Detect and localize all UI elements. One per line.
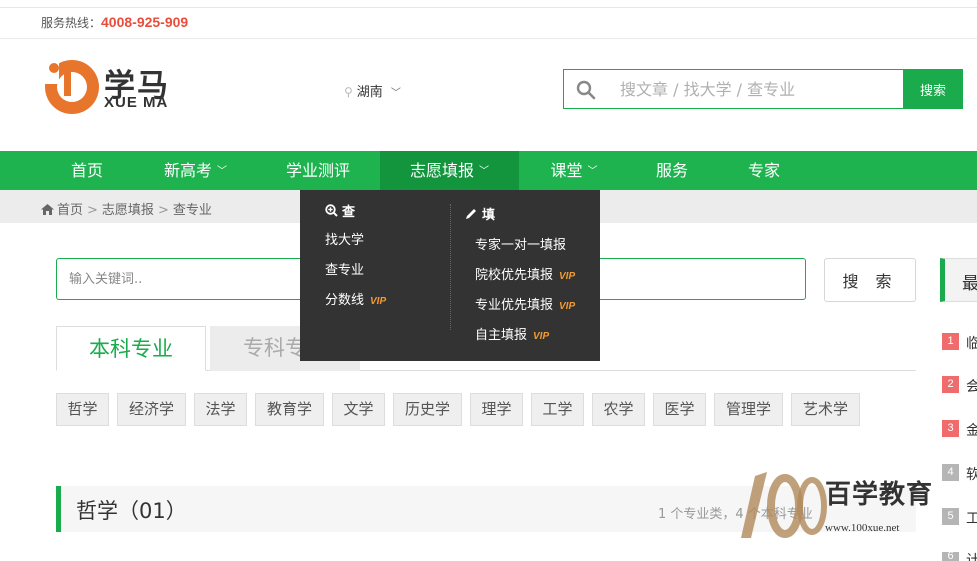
chevron-down-icon: ﹀ <box>587 166 598 177</box>
browser-strip <box>0 0 977 8</box>
category-chip[interactable]: 教育学 <box>255 393 324 426</box>
menu-item-score-line[interactable]: 分数线 VIP <box>325 289 386 308</box>
breadcrumb: 首页 > 志愿填报 > 查专业 <box>41 199 212 218</box>
nav-new-gaokao[interactable]: 新高考 ﹀ <box>148 151 243 190</box>
rank-item[interactable]: 会 <box>966 376 977 396</box>
site-search-input[interactable] <box>620 76 890 102</box>
nav-label: 学业测评 <box>285 161 350 180</box>
nav-label: 服务 <box>655 161 688 180</box>
hotline-number[interactable]: 4008-925-909 <box>101 14 188 30</box>
category-chip[interactable]: 理学 <box>470 393 523 426</box>
rail-header: 最 <box>940 258 977 302</box>
category-chip[interactable]: 管理学 <box>714 393 783 426</box>
logo-text-en[interactable]: XUE MA <box>104 94 168 111</box>
rank-item[interactable]: 临 <box>966 333 977 353</box>
nav-application[interactable]: 志愿填报 ﹀ <box>380 151 519 190</box>
category-chip[interactable]: 工学 <box>531 393 584 426</box>
vip-badge: VIP <box>370 296 387 307</box>
category-chip[interactable]: 经济学 <box>117 393 186 426</box>
location-selector[interactable]: ⚲ 湖南 ﹀ <box>344 81 401 100</box>
home-icon <box>41 204 54 215</box>
section-title: 哲学（01） <box>76 499 187 523</box>
category-chip[interactable]: 农学 <box>592 393 645 426</box>
menu-item-find-university[interactable]: 找大学 <box>325 229 364 248</box>
category-chip[interactable]: 历史学 <box>393 393 462 426</box>
category-chip[interactable]: 法学 <box>194 393 247 426</box>
application-dropdown: 查 找大学 查专业 分数线 VIP 填 专家一对一填报 院校优先填报 VIP 专业优… <box>300 190 600 361</box>
menu-item-label: 找大学 <box>325 233 365 248</box>
main-nav: 首页 新高考 ﹀ 学业测评 志愿填报 ﹀ 课堂 ﹀ 服务 专家 <box>0 151 977 190</box>
nav-label: 课堂 <box>550 161 583 180</box>
rank-badge: 1 <box>942 333 959 350</box>
vip-badge: VIP <box>559 271 576 282</box>
menu-item-label: 自主填报 <box>475 328 528 343</box>
nav-label: 志愿填报 <box>409 161 474 180</box>
rank-item[interactable]: 计 <box>966 550 977 561</box>
chevron-down-icon: ﹀ <box>217 166 227 177</box>
chevron-down-icon: ﹀ <box>390 88 401 99</box>
category-chip[interactable]: 文学 <box>332 393 385 426</box>
nav-experts[interactable]: 专家 <box>733 151 795 190</box>
breadcrumb-current: 查专业 <box>172 203 212 218</box>
location-label: 湖南 <box>356 85 383 100</box>
dropdown-head-query: 查 <box>325 201 355 220</box>
menu-item-label: 查专业 <box>325 263 365 278</box>
dropdown-head-label: 查 <box>342 205 356 220</box>
rank-badge: 6 <box>942 552 959 561</box>
nav-label: 首页 <box>70 161 103 180</box>
vip-badge: VIP <box>533 331 550 342</box>
keyword-search-button[interactable]: 搜 索 <box>824 258 916 302</box>
menu-item-expert-one-on-one[interactable]: 专家一对一填报 <box>475 234 566 253</box>
rank-badge: 2 <box>942 376 959 393</box>
breadcrumb-separator: > <box>157 203 169 218</box>
menu-item-label: 专家一对一填报 <box>475 238 567 253</box>
dropdown-head-label: 填 <box>482 208 496 223</box>
category-chip[interactable]: 艺术学 <box>791 393 860 426</box>
rank-item[interactable]: 金 <box>966 420 977 440</box>
chevron-down-icon: ﹀ <box>479 166 489 177</box>
site-search <box>563 69 904 109</box>
tab-undergraduate[interactable]: 本科专业 <box>56 326 206 371</box>
breadcrumb-home[interactable]: 首页 <box>57 203 83 218</box>
rail-title: 最 <box>962 274 977 294</box>
dropdown-divider <box>450 204 451 330</box>
vip-badge: VIP <box>559 301 576 312</box>
menu-item-label: 专业优先填报 <box>475 298 554 313</box>
nav-assessment[interactable]: 学业测评 <box>272 151 364 190</box>
menu-item-self-fill[interactable]: 自主填报 VIP <box>475 324 549 343</box>
dropdown-head-fill: 填 <box>465 204 495 223</box>
hotline: 服务热线：4008-925-909 <box>41 14 188 31</box>
nav-label: 新高考 <box>163 161 212 180</box>
rank-badge: 3 <box>942 420 959 437</box>
pencil-icon <box>466 209 476 219</box>
category-chip[interactable]: 哲学 <box>56 393 109 426</box>
menu-item-label: 分数线 <box>325 293 365 308</box>
nav-label: 专家 <box>747 161 780 180</box>
watermark-url: www.100xue.net <box>825 522 900 534</box>
menu-item-major-first[interactable]: 专业优先填报 VIP <box>475 294 575 313</box>
watermark-text: 百学教育 <box>825 480 934 510</box>
breadcrumb-application[interactable]: 志愿填报 <box>102 203 154 218</box>
nav-service[interactable]: 服务 <box>641 151 703 190</box>
menu-item-school-first[interactable]: 院校优先填报 VIP <box>475 264 575 283</box>
zoom-in-icon <box>325 204 338 217</box>
top-bar: 服务热线：4008-925-909 <box>0 8 977 39</box>
nav-home[interactable]: 首页 <box>56 151 118 190</box>
hotline-label: 服务热线： <box>41 16 102 30</box>
menu-item-find-major[interactable]: 查专业 <box>325 259 364 278</box>
search-icon <box>576 80 596 100</box>
menu-item-label: 院校优先填报 <box>475 268 554 283</box>
map-pin-icon: ⚲ <box>344 85 353 99</box>
site-search-button[interactable]: 搜索 <box>903 69 963 109</box>
category-chip[interactable]: 医学 <box>653 393 706 426</box>
nav-classroom[interactable]: 课堂 ﹀ <box>534 151 614 190</box>
breadcrumb-separator: > <box>87 203 98 218</box>
